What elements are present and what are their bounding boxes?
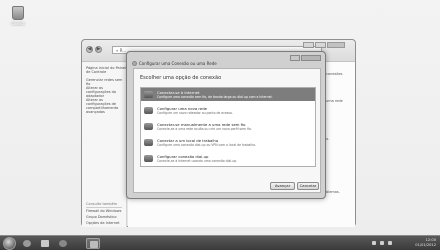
option-new-network[interactable]: Configurar uma nova rede Configure um no… <box>141 104 315 117</box>
recycle-bin-label: Lixeira <box>11 21 25 26</box>
start-button[interactable] <box>3 237 16 250</box>
content-fragment: conexões <box>326 72 343 76</box>
option-description: Configure uma conexão dial-up ou VPN com… <box>157 143 256 147</box>
next-button[interactable]: Avançar <box>270 182 295 190</box>
tray-volume-icon[interactable] <box>388 241 392 245</box>
homegroup-link[interactable]: Grupo Doméstico <box>86 215 126 219</box>
taskbar-media-player[interactable] <box>56 238 70 249</box>
option-description: Conecte-se à Internet usando uma conexão… <box>157 159 238 163</box>
router-icon <box>144 107 153 114</box>
dialog-heading: Escolher uma opção de conexão <box>140 75 222 81</box>
content-fragment: o. <box>326 137 330 141</box>
adapter-settings-link[interactable]: Alterar as configurações do adaptador <box>86 86 126 98</box>
modem-icon <box>144 155 153 162</box>
taskbar-explorer[interactable] <box>38 238 52 249</box>
dialog-minimize-button[interactable] <box>290 55 300 61</box>
back-button[interactable]: ◀ <box>86 46 93 53</box>
tray-flag-icon[interactable] <box>372 241 376 245</box>
internet-options-link[interactable]: Opções da Internet <box>86 221 126 225</box>
option-description: Configure um novo roteador ou ponto de a… <box>157 111 233 115</box>
taskbar-control-panel[interactable] <box>86 238 100 249</box>
taskbar: 12:00 01/01/2012 <box>0 235 440 250</box>
desktop: Lixeira ◀ ▶ « R... Página Inicial do Pai… <box>0 0 440 235</box>
option-workplace[interactable]: Conectar a um local de trabalho Configur… <box>141 136 315 149</box>
workplace-icon <box>144 139 153 146</box>
tray-clock[interactable]: 12:00 01/01/2012 <box>415 238 436 248</box>
left-task-pane: Página Inicial do Painel de Controle Ger… <box>82 62 127 227</box>
setup-connection-dialog: Configurar uma Conexão ou uma Rede Escol… <box>126 51 326 199</box>
wireless-icon <box>144 123 153 130</box>
see-also-heading: Consulte também <box>86 202 118 206</box>
option-description: Configure uma conexão sem fio, de banda … <box>157 95 273 99</box>
see-also-divider <box>86 207 122 208</box>
recycle-bin-icon <box>12 6 24 20</box>
option-description: Conecte-se a uma rede oculta ou crie um … <box>157 127 252 131</box>
content-fragment: uma rede <box>326 99 343 103</box>
option-connect-internet[interactable]: Conectar-se à Internet Configure uma con… <box>141 88 315 101</box>
forward-button[interactable]: ▶ <box>95 46 102 53</box>
address-text: « R... <box>116 48 127 53</box>
cancel-button[interactable]: Cancelar <box>297 182 319 190</box>
minimize-button[interactable] <box>303 42 314 48</box>
manage-wireless-link[interactable]: Gerenciar redes sem fio <box>86 78 126 86</box>
tray-network-icon[interactable] <box>380 241 384 245</box>
dialog-back-button[interactable] <box>132 61 137 66</box>
media-player-icon <box>59 240 67 247</box>
control-panel-icon <box>90 241 98 248</box>
maximize-button[interactable] <box>315 42 326 48</box>
option-dialup[interactable]: Configurar conexão dial-up Conecte-se à … <box>141 152 315 165</box>
folder-icon <box>41 240 49 247</box>
dialog-title: Configurar uma Conexão ou uma Rede <box>139 61 217 66</box>
content-fragment: blemas. <box>326 190 340 194</box>
control-panel-home-link[interactable]: Página Inicial do Painel de Controle <box>86 66 126 74</box>
connection-options-list: Conectar-se à Internet Configure uma con… <box>140 87 316 167</box>
internet-explorer-icon <box>23 240 31 247</box>
forward-arrow-icon: ▶ <box>96 46 101 52</box>
recycle-bin-shortcut[interactable]: Lixeira <box>7 6 29 26</box>
taskbar-ie[interactable] <box>20 238 34 249</box>
close-button[interactable] <box>327 42 345 48</box>
dialog-close-button[interactable] <box>301 55 321 61</box>
dialog-body: Escolher uma opção de conexão Conectar-s… <box>133 68 321 193</box>
clock-date: 01/01/2012 <box>415 243 436 247</box>
back-arrow-icon: ◀ <box>87 46 92 52</box>
option-manual-wireless[interactable]: Conectar-se manualmente a uma rede sem f… <box>141 120 315 133</box>
advanced-sharing-link[interactable]: Alterar as configurações de compartilham… <box>86 98 126 114</box>
windows-firewall-link[interactable]: Firewall do Windows <box>86 209 126 213</box>
globe-icon <box>144 91 153 98</box>
